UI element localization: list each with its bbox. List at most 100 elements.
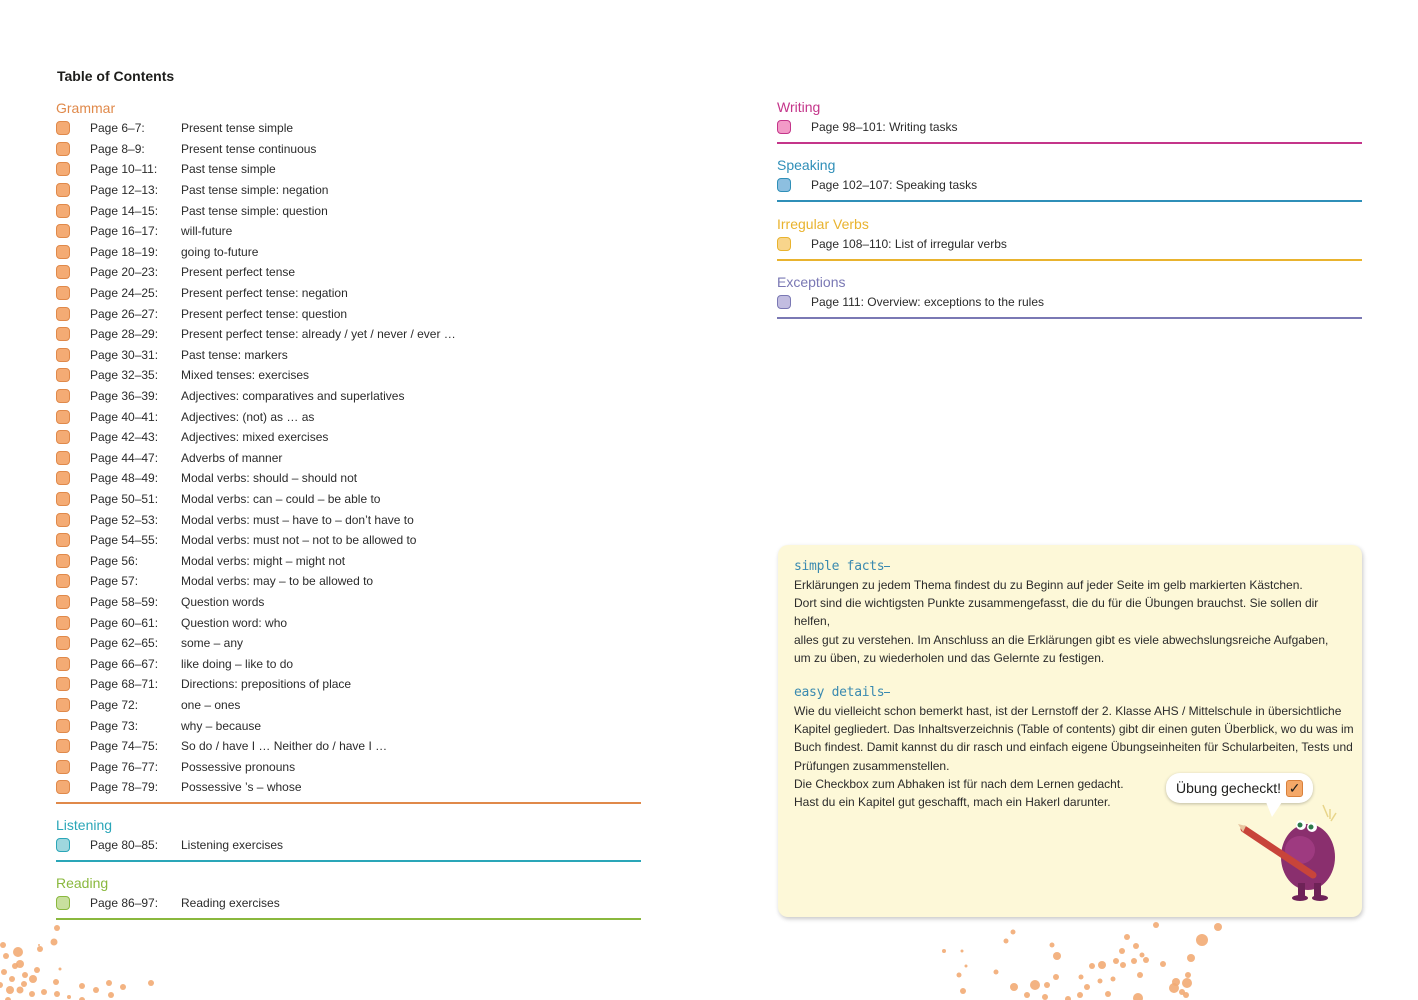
entry-checkbox[interactable] (56, 491, 70, 506)
toc-entry: Page 58–59: Question words (56, 592, 641, 613)
entry-topic: Modal verbs: must not – not to be allowe… (181, 533, 417, 548)
toc-entry: Page 108–110: List of irregular verbs (777, 234, 1362, 255)
toc-entry: Page 57: Modal verbs: may – to be allowed… (56, 571, 641, 592)
entry-pages: Page 54–55: (90, 533, 159, 548)
toc-entry: Page 50–51: Modal verbs: can – could – be… (56, 489, 641, 510)
entry-topic: like doing – like to do (181, 656, 294, 671)
entry-checkbox[interactable] (56, 141, 70, 156)
entry-checkbox[interactable] (56, 780, 70, 795)
entry-checkbox[interactable] (56, 409, 70, 424)
section-divider (56, 801, 641, 804)
section-writing: Writing Page 98–101: Writing tasks (777, 97, 1362, 144)
entry-checkbox[interactable] (56, 368, 70, 383)
decor-dot (1153, 922, 1159, 928)
entry-pages: Page 26–27: (90, 306, 159, 321)
entry-topic: some – any (181, 636, 244, 651)
entry-checkbox[interactable] (777, 120, 791, 135)
decor-dot (38, 944, 40, 946)
entry-checkbox[interactable] (56, 594, 70, 609)
toc-entry: Page 86–97: Reading exercises (56, 893, 641, 914)
entry-checkbox[interactable] (56, 718, 70, 733)
decor-dot (3, 953, 9, 959)
entry-checkbox[interactable] (777, 178, 791, 193)
entry-topic: Possessive pronouns (181, 759, 296, 774)
entry-topic: Adjectives: comparatives and superlative… (181, 389, 405, 404)
decor-dot (108, 992, 114, 998)
entry-topic: Past tense simple (181, 162, 276, 177)
entry-checkbox[interactable] (56, 347, 70, 362)
entry-checkbox[interactable] (56, 450, 70, 465)
entry-pages: Page 60–61: (90, 615, 159, 630)
entry-checkbox[interactable] (56, 224, 70, 239)
decor-dot (1119, 948, 1125, 954)
entry-checkbox[interactable] (56, 512, 70, 527)
easy-details-line: Wie du vielleicht schon bemerkt hast, is… (794, 704, 1342, 718)
decor-dot (993, 969, 999, 975)
entry-checkbox[interactable] (56, 615, 70, 630)
toc-entry: Page 20–23: Present perfect tense (56, 262, 641, 283)
entry-pages: Page 72: (90, 697, 139, 712)
entry-checkbox[interactable] (56, 430, 70, 445)
decor-dot (960, 949, 964, 953)
entry-checkbox[interactable] (56, 677, 70, 692)
toc-entry: Page 102–107: Speaking tasks (777, 175, 1362, 196)
entry-checkbox[interactable] (56, 121, 70, 136)
decor-dot (942, 949, 946, 953)
decor-dot (106, 980, 112, 986)
decor-dot (1139, 952, 1145, 958)
entry-checkbox[interactable] (56, 896, 70, 911)
decor-dot (21, 981, 27, 987)
decor-dot (1049, 942, 1055, 948)
simple-facts-line: Dort sind die wichtigsten Punkte zusamme… (794, 596, 1319, 629)
toc-entry: Page 14–15: Past tense simple: question (56, 200, 641, 221)
entry-checkbox[interactable] (56, 183, 70, 198)
toc-entry: Page 80–85: Listening exercises (56, 835, 641, 856)
entry-topic: Modal verbs: must – have to – don’t have… (181, 512, 414, 527)
entry-checkbox[interactable] (56, 327, 70, 342)
entry-checkbox[interactable] (56, 838, 70, 853)
entry-checkbox[interactable] (777, 295, 791, 310)
entry-checkbox[interactable] (56, 574, 70, 589)
decor-dot (0, 982, 3, 988)
entry-checkbox[interactable] (56, 739, 70, 754)
entry-checkbox[interactable] (56, 656, 70, 671)
decor-dot (1214, 923, 1222, 931)
entry-checkbox[interactable] (56, 162, 70, 177)
section-listening: Listening Page 80–85: Listening exercises (56, 815, 641, 862)
entry-checkbox[interactable] (56, 286, 70, 301)
entry-checkbox[interactable] (777, 237, 791, 252)
entry-checkbox[interactable] (56, 636, 70, 651)
decor-dot (67, 995, 71, 999)
entry-pages: Page 18–19: (90, 244, 159, 259)
decor-dot (16, 986, 24, 994)
decor-dot (53, 979, 59, 985)
entry-topic: Past tense: markers (181, 347, 288, 362)
decor-dot (37, 946, 43, 952)
entry-topic: So do / have I … Neither do / have I … (181, 739, 388, 754)
entry-topic: Question word: who (181, 615, 288, 630)
entry-topic: Possessive ’s – whose (181, 780, 302, 795)
entry-checkbox[interactable] (56, 244, 70, 259)
entry-checkbox[interactable] (56, 553, 70, 568)
entry-pages: Page 10–11: (90, 162, 158, 177)
decor-dot (956, 972, 962, 978)
decor-dot (1187, 954, 1195, 962)
decor-dot (1, 969, 7, 975)
toc-entry: Page 98–101: Writing tasks (777, 117, 1362, 138)
entry-checkbox[interactable] (56, 203, 70, 218)
easy-details-line: Buch findest. Damit kannst du dir rasch … (794, 740, 1353, 755)
entry-checkbox[interactable] (56, 697, 70, 712)
entry-checkbox[interactable] (56, 389, 70, 404)
entry-checkbox[interactable] (56, 265, 70, 280)
decor-dot (9, 976, 15, 982)
entry-checkbox[interactable] (56, 306, 70, 321)
entry-topic: Present perfect tense: question (181, 306, 348, 321)
entry-topic: Mixed tenses: exercises (181, 368, 310, 383)
entry-topic: Adjectives: (not) as … as (181, 409, 315, 424)
entry-checkbox[interactable] (56, 471, 70, 486)
decor-dot (960, 988, 966, 994)
toc-entry: Page 74–75: So do / have I … Neither do /… (56, 736, 641, 757)
entry-checkbox[interactable] (56, 533, 70, 548)
entry-checkbox[interactable] (56, 759, 70, 774)
decor-dot (1185, 972, 1191, 978)
